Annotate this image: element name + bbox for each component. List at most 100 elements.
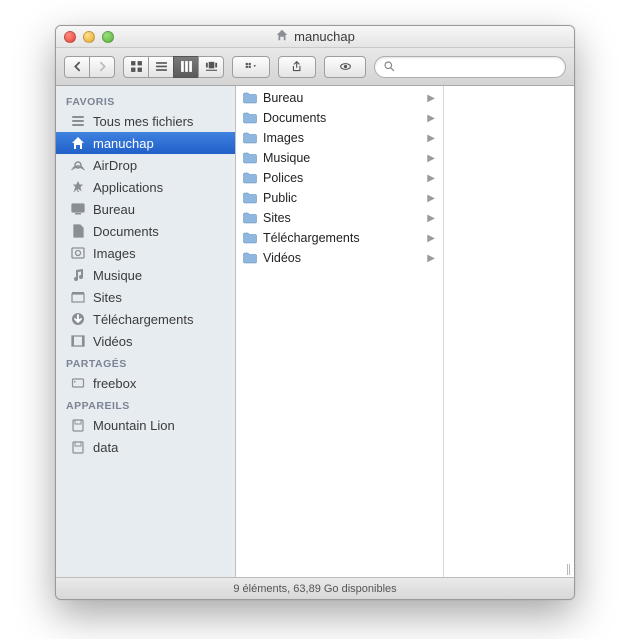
chevron-right-icon: ▶ [427, 193, 435, 204]
column-item-label: Téléchargements [263, 231, 422, 245]
column-item[interactable]: Images ▶ [236, 128, 443, 148]
column-item[interactable]: Sites ▶ [236, 208, 443, 228]
icon-view-button[interactable] [123, 56, 149, 78]
folder-icon [242, 110, 258, 126]
column-resize-handle[interactable] [567, 564, 570, 575]
pictures-icon [70, 245, 86, 261]
sidebar-item-label: freebox [93, 376, 136, 391]
chevron-right-icon: ▶ [427, 133, 435, 144]
sidebar-item[interactable]: Applications [56, 176, 235, 198]
column-item-label: Sites [263, 211, 422, 225]
column-item[interactable]: Polices▶ [236, 168, 443, 188]
sidebar-item-label: Bureau [93, 202, 135, 217]
forward-button[interactable] [89, 56, 115, 78]
column-item-label: Bureau [263, 91, 422, 105]
back-button[interactable] [64, 56, 90, 78]
window-title-text: manuchap [294, 29, 355, 44]
sidebar-item-label: Tous mes fichiers [93, 114, 193, 129]
disk-icon [70, 417, 86, 433]
sidebar-item[interactable]: freebox [56, 372, 235, 394]
column-browser: Bureau▶Documents▶Images▶Musique▶Polices▶… [236, 86, 574, 577]
desktop-icon [70, 201, 86, 217]
sidebar-section-header: APPAREILS [56, 394, 235, 414]
sidebar-item-label: AirDrop [93, 158, 137, 173]
column-item-label: Vidéos [263, 251, 422, 265]
sidebar-item[interactable]: Musique [56, 264, 235, 286]
sidebar: FAVORIS Tous mes fichiers manuchap AirDrop A… [56, 86, 236, 577]
toolbar [56, 48, 574, 86]
sidebar-item-label: Images [93, 246, 136, 261]
quicklook-button[interactable] [324, 56, 366, 78]
sidebar-item[interactable]: Tous mes fichiers [56, 110, 235, 132]
folder-icon [242, 210, 258, 226]
chevron-right-icon: ▶ [427, 173, 435, 184]
sidebar-item[interactable]: manuchap [56, 132, 235, 154]
close-button[interactable] [64, 31, 76, 43]
arrange-buttons [232, 56, 270, 78]
folder-icon [242, 90, 258, 106]
sidebar-item[interactable]: Téléchargements [56, 308, 235, 330]
view-buttons [123, 56, 224, 78]
sidebar-item[interactable]: Images [56, 242, 235, 264]
sidebar-item-label: Mountain Lion [93, 418, 175, 433]
window-controls [64, 31, 114, 43]
sidebar-item-label: Musique [93, 268, 142, 283]
sidebar-item[interactable]: Vidéos [56, 330, 235, 352]
nav-buttons [64, 56, 115, 78]
chevron-right-icon: ▶ [427, 213, 435, 224]
folder-icon [242, 230, 258, 246]
column-item[interactable]: Public ▶ [236, 188, 443, 208]
list-view-button[interactable] [148, 56, 174, 78]
folder-icon [242, 170, 258, 186]
sidebar-item[interactable]: AirDrop [56, 154, 235, 176]
zoom-button[interactable] [102, 31, 114, 43]
sidebar-item[interactable]: data [56, 436, 235, 458]
sidebar-item[interactable]: Sites [56, 286, 235, 308]
titlebar: manuchap [56, 26, 574, 48]
finder-window: manuchap FAVORIS Tous mes fichiers manucha… [55, 25, 575, 600]
sidebar-item-label: Sites [93, 290, 122, 305]
sidebar-item-label: manuchap [93, 136, 154, 151]
folder-icon [242, 250, 258, 266]
chevron-right-icon: ▶ [427, 93, 435, 104]
applications-icon [70, 179, 86, 195]
sidebar-section-header: FAVORIS [56, 90, 235, 110]
column-1 [444, 86, 574, 577]
chevron-right-icon: ▶ [427, 153, 435, 164]
sidebar-item-label: Applications [93, 180, 163, 195]
home-icon [275, 28, 289, 45]
share-button[interactable] [278, 56, 316, 78]
column-item-label: Images [263, 131, 422, 145]
arrange-button[interactable] [232, 56, 270, 78]
column-item[interactable]: Téléchargements▶ [236, 228, 443, 248]
folder-icon [242, 130, 258, 146]
column-item[interactable]: Musique ▶ [236, 148, 443, 168]
home-icon [70, 135, 86, 151]
sidebar-item-label: Vidéos [93, 334, 133, 349]
search-field[interactable] [374, 56, 566, 78]
finder-body: FAVORIS Tous mes fichiers manuchap AirDrop A… [56, 86, 574, 577]
column-item[interactable]: Bureau ▶ [236, 88, 443, 108]
column-item-label: Documents [263, 111, 422, 125]
column-item[interactable]: Vidéos ▶ [236, 248, 443, 268]
music-icon [70, 267, 86, 283]
minimize-button[interactable] [83, 31, 95, 43]
coverflow-view-button[interactable] [198, 56, 224, 78]
sidebar-item[interactable]: Mountain Lion [56, 414, 235, 436]
server-icon [70, 375, 86, 391]
column-item[interactable]: Documents▶ [236, 108, 443, 128]
status-bar: 9 éléments, 63,89 Go disponibles [56, 577, 574, 599]
column-0: Bureau▶Documents▶Images▶Musique▶Polices▶… [236, 86, 444, 577]
column-item-label: Musique [263, 151, 422, 165]
all-my-files-icon [70, 113, 86, 129]
search-input[interactable] [396, 60, 557, 74]
sidebar-item-label: Documents [93, 224, 159, 239]
sidebar-item-label: Téléchargements [93, 312, 193, 327]
documents-icon [70, 223, 86, 239]
column-item-label: Public [263, 191, 422, 205]
column-view-button[interactable] [173, 56, 199, 78]
chevron-right-icon: ▶ [427, 253, 435, 264]
sidebar-item[interactable]: Bureau [56, 198, 235, 220]
search-icon [383, 60, 396, 73]
sidebar-item[interactable]: Documents [56, 220, 235, 242]
